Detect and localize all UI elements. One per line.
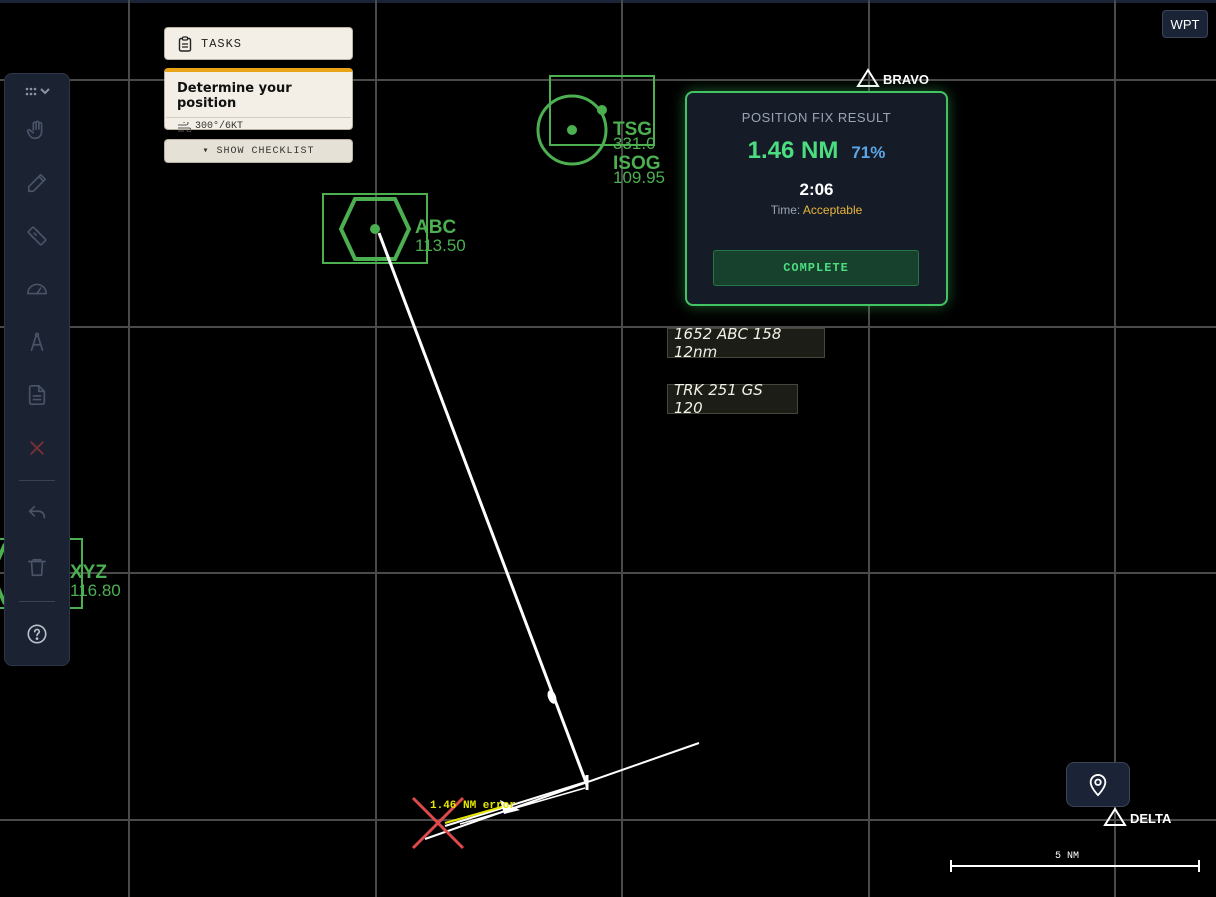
compass-icon[interactable]: [22, 327, 52, 357]
waypoint-delta-icon[interactable]: [1103, 807, 1127, 826]
plot-note[interactable]: 1652 ABC 158 12nm: [667, 325, 825, 361]
wind-value: 300°/6KT: [195, 121, 244, 132]
toolbar-divider: [19, 480, 55, 481]
complete-button[interactable]: COMPLETE: [713, 250, 919, 286]
chart-canvas[interactable]: 1.46 NM error 5 NM: [0, 0, 1216, 897]
navaid-isog-label: ISOG 109.95: [613, 154, 665, 186]
tasks-header-label: TASKS: [201, 36, 243, 51]
undo-icon[interactable]: [22, 499, 52, 529]
scale-label: 5 NM: [1055, 851, 1079, 862]
map-pin-icon: [1089, 773, 1107, 796]
waypoint-delta-label: DELTA: [1130, 811, 1172, 826]
waypoint-bravo-icon[interactable]: [856, 68, 880, 87]
hand-icon[interactable]: [22, 115, 52, 145]
waypoint-bravo-label: BRAVO: [883, 72, 929, 87]
position-fix-result-panel: POSITION FIX RESULT 1.46 NM 71% 2:06 Tim…: [685, 91, 948, 306]
result-time-rating: Acceptable: [802, 203, 863, 217]
result-time-row: Time: Acceptable: [687, 203, 946, 217]
navaid-frequency: 113.50: [415, 236, 466, 255]
task-card[interactable]: Determine your position 300°/6KT: [164, 68, 353, 132]
plot-note[interactable]: TRK 251 GS 120: [667, 381, 798, 417]
locate-button[interactable]: [1066, 762, 1130, 807]
navaid-frequency: 116.80: [70, 581, 121, 600]
tasks-header[interactable]: TASKS: [164, 27, 353, 60]
document-icon[interactable]: [22, 380, 52, 410]
tool-palette: [4, 73, 70, 666]
toolbar-divider: [19, 601, 55, 602]
navaid-frequency: 331.0: [613, 134, 656, 153]
wind-info: 300°/6KT: [165, 118, 352, 132]
navaid-name: ABC: [415, 217, 457, 238]
navaid-abc-symbol[interactable]: [322, 193, 428, 264]
result-title: POSITION FIX RESULT: [741, 110, 892, 125]
navaid-name: XYZ: [70, 562, 107, 583]
result-time-prefix: Time:: [770, 203, 801, 217]
error-label: 1.46 NM error: [430, 800, 516, 812]
result-score-row: 1.46 NM 71%: [687, 137, 946, 165]
clear-icon[interactable]: [22, 433, 52, 463]
navaid-abc-label: ABC 113.50: [415, 218, 466, 254]
grip-icon[interactable]: [22, 77, 52, 107]
wind-icon: [178, 121, 191, 132]
result-distance: 1.46 NM: [747, 137, 839, 164]
show-checklist-button[interactable]: ▾ SHOW CHECKLIST: [164, 139, 353, 163]
trash-icon[interactable]: [22, 552, 52, 582]
result-score: 71%: [851, 143, 886, 162]
track-line[interactable]: [424, 742, 700, 840]
protractor-icon[interactable]: [22, 274, 52, 304]
scale-bar: 5 NM: [950, 851, 1200, 872]
navaid-tsg-label: TSG 331.0: [613, 120, 656, 152]
navaid-frequency: 109.95: [613, 168, 665, 187]
clipboard-icon: [178, 35, 192, 52]
ruler-icon[interactable]: [22, 221, 52, 251]
result-time: 2:06: [799, 180, 834, 199]
show-checklist-label: ▾ SHOW CHECKLIST: [202, 146, 315, 157]
task-title: Determine your position: [177, 81, 292, 111]
wpt-button[interactable]: WPT: [1162, 10, 1208, 38]
help-icon[interactable]: [22, 619, 52, 649]
navaid-xyz-label: XYZ 116.80: [70, 563, 121, 599]
pencil-icon[interactable]: [22, 168, 52, 198]
